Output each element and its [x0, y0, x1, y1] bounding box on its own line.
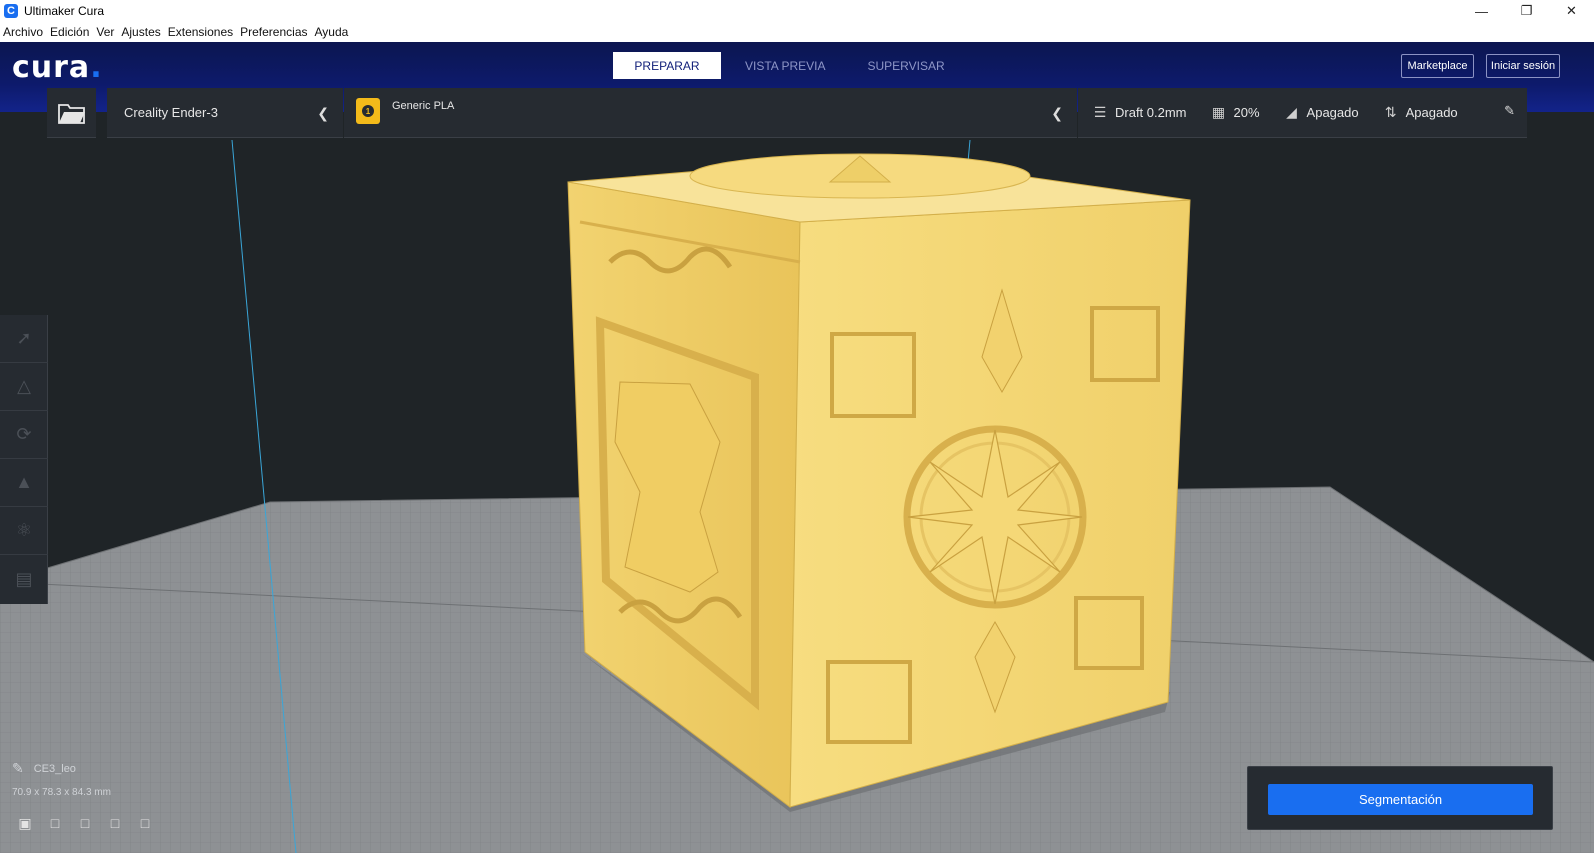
printer-selector[interactable]: Creality Ender-3 ❮	[107, 88, 343, 138]
tab-preparar[interactable]: PREPARAR	[613, 52, 721, 79]
tool-panel: ➚ △ ⟳ ▲ ⚛ ▤	[0, 315, 48, 604]
extruder-number: 1	[362, 105, 374, 117]
infill-setting: ▦ 20%	[1211, 104, 1260, 121]
adhesion-setting: ⇅ Apagado	[1383, 104, 1458, 121]
print-settings-selector[interactable]: ☰ Draft 0.2mm ▦ 20% ◢ Apagado ⇅ Apagado …	[1078, 88, 1527, 138]
folder-icon	[57, 103, 85, 124]
support-value: Apagado	[1306, 105, 1359, 120]
mirror-icon: ▲	[15, 472, 33, 492]
cura-logo: cura.	[12, 50, 103, 85]
tab-vista-previa[interactable]: VISTA PREVIA	[727, 52, 843, 79]
object-info: ✎ CE3_leo 70.9 x 78.3 x 84.3 mm	[12, 760, 111, 798]
window-title: Ultimaker Cura	[24, 4, 105, 18]
marketplace-button[interactable]: Marketplace	[1401, 54, 1474, 78]
infill-value: 20%	[1233, 105, 1260, 120]
adhesion-value: Apagado	[1405, 105, 1458, 120]
chevron-left-icon: ❮	[1051, 105, 1063, 121]
menu-bar: Archivo Edición Ver Ajustes Extensiones …	[0, 22, 1594, 42]
scene-canvas	[0, 139, 1594, 853]
pencil-icon[interactable]: ✎	[1504, 103, 1515, 119]
menu-edicion[interactable]: Edición	[50, 25, 89, 39]
view-left-button[interactable]: □	[104, 813, 126, 833]
profile-value: Draft 0.2mm	[1115, 105, 1187, 120]
infill-icon: ▦	[1211, 104, 1226, 120]
slice-panel: Segmentación	[1247, 766, 1553, 830]
menu-ajustes[interactable]: Ajustes	[121, 25, 160, 39]
window-controls: — ❐ ✕	[1459, 0, 1594, 22]
menu-ver[interactable]: Ver	[96, 25, 114, 39]
object-name-row: ✎ CE3_leo	[12, 760, 111, 777]
title-bar: C Ultimaker Cura — ❐ ✕	[0, 0, 1594, 22]
cura-app-icon: C	[4, 4, 18, 18]
material-name: Generic PLA	[392, 100, 455, 112]
menu-ayuda[interactable]: Ayuda	[315, 25, 349, 39]
adhesion-icon: ⇅	[1384, 104, 1397, 120]
stage-tabs: PREPARAR VISTA PREVIA SUPERVISAR	[613, 52, 969, 79]
support-icon: ◢	[1286, 104, 1297, 120]
rotate-tool-button[interactable]: ⟳	[0, 411, 48, 459]
per-model-settings-icon: ⚛	[15, 520, 33, 540]
cube-top-icon: □	[80, 815, 90, 831]
scale-icon: △	[17, 376, 31, 396]
view-orientation-buttons: ▣ □ □ □ □	[14, 813, 164, 833]
minimize-button[interactable]: —	[1459, 0, 1504, 22]
extruder-badge: 1	[356, 98, 380, 124]
layer-height-icon: ☰	[1093, 104, 1107, 120]
move-tool-button[interactable]: ➚	[0, 315, 48, 363]
mirror-tool-button[interactable]: ▲	[0, 459, 48, 507]
chevron-left-icon: ❮	[317, 105, 329, 121]
printer-name: Creality Ender-3	[124, 105, 218, 120]
cube-front-icon: □	[50, 815, 60, 831]
support-blocker-icon: ▤	[15, 568, 33, 589]
restore-button[interactable]: ❐	[1504, 0, 1549, 22]
cube-left-icon: □	[110, 815, 120, 831]
view-right-button[interactable]: □	[134, 813, 156, 833]
menu-extensiones[interactable]: Extensiones	[168, 25, 233, 39]
object-dimensions: 70.9 x 78.3 x 84.3 mm	[12, 787, 111, 798]
slice-button[interactable]: Segmentación	[1268, 784, 1533, 815]
support-setting: ◢ Apagado	[1284, 104, 1359, 121]
close-button[interactable]: ✕	[1549, 0, 1594, 22]
cube-right-icon: □	[140, 815, 150, 831]
view-3d-button[interactable]: ▣	[14, 813, 36, 833]
signin-button[interactable]: Iniciar sesión	[1486, 54, 1560, 78]
rotate-icon: ⟳	[16, 424, 32, 444]
cube-3d-icon: ▣	[18, 814, 32, 831]
3d-viewport[interactable]	[0, 112, 1594, 853]
material-selector[interactable]: 1 Generic PLA ❮	[344, 88, 1077, 138]
view-front-button[interactable]: □	[44, 813, 66, 833]
menu-archivo[interactable]: Archivo	[3, 25, 43, 39]
profile-setting: ☰ Draft 0.2mm	[1092, 104, 1187, 121]
support-blocker-button[interactable]: ▤	[0, 555, 48, 603]
open-file-button[interactable]	[47, 88, 96, 138]
move-icon: ➚	[16, 328, 32, 348]
menu-preferencias[interactable]: Preferencias	[240, 25, 307, 39]
object-name: CE3_leo	[33, 762, 76, 775]
per-model-settings-button[interactable]: ⚛	[0, 507, 48, 555]
scale-tool-button[interactable]: △	[0, 363, 48, 411]
view-top-button[interactable]: □	[74, 813, 96, 833]
pencil-icon[interactable]: ✎	[12, 760, 24, 777]
tab-supervisar[interactable]: SUPERVISAR	[849, 52, 962, 79]
